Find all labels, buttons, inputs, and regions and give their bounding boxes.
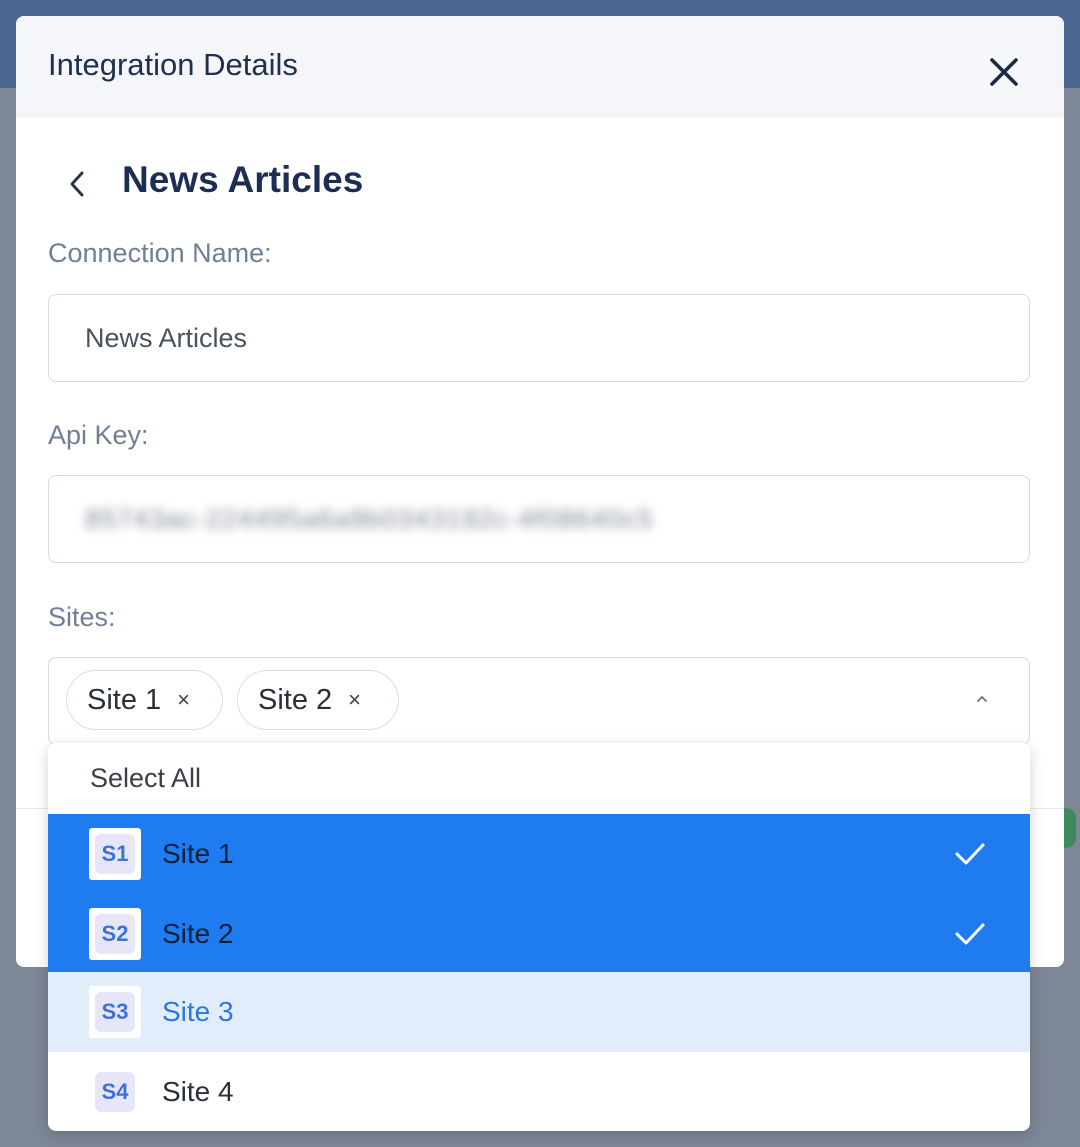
connection-name-label: Connection Name: (48, 238, 272, 268)
connection-name-value: News Articles (85, 322, 248, 353)
site-badge: S4 (89, 1066, 141, 1118)
dropdown-option-site-2[interactable]: S2 Site 2 (48, 894, 1030, 974)
chip-label: Site 2 (258, 683, 333, 716)
check-icon (954, 918, 986, 950)
integration-title: News Articles (122, 159, 364, 200)
dropdown-toggle[interactable] (971, 688, 993, 710)
chevron-up-icon (977, 696, 987, 702)
option-label: Site 4 (162, 1076, 234, 1107)
api-key-value: 85743ac-224495a6a9b0343192c-4f08640c5 (85, 503, 654, 534)
connection-name-field[interactable]: News Articles (48, 294, 1030, 382)
sites-label: Sites: (48, 602, 116, 632)
check-icon (954, 838, 986, 870)
chip-site-1[interactable]: Site 1 × (66, 670, 223, 730)
back-button[interactable] (62, 166, 92, 202)
modal-title: Integration Details (48, 47, 298, 82)
select-all-option[interactable]: Select All (48, 743, 1030, 814)
option-label: Site 3 (162, 996, 234, 1027)
chip-remove-icon[interactable]: × (348, 687, 361, 713)
option-label: Site 2 (162, 918, 234, 949)
api-key-field[interactable]: 85743ac-224495a6a9b0343192c-4f08640c5 (48, 475, 1030, 563)
dropdown-option-site-1[interactable]: S1 Site 1 (48, 814, 1030, 894)
close-icon (990, 58, 1018, 86)
api-key-label: Api Key: (48, 420, 149, 450)
sites-dropdown-menu: Select All S1 Site 1 S2 Site 2 S3 Site 3… (48, 743, 1030, 1131)
dropdown-option-site-3[interactable]: S3 Site 3 (48, 972, 1030, 1052)
site-badge: S3 (89, 986, 141, 1038)
option-label: Site 1 (162, 838, 234, 869)
site-badge-text: S4 (95, 1072, 135, 1112)
modal-header: Integration Details (16, 16, 1064, 118)
site-badge-text: S2 (95, 914, 135, 954)
site-badge-text: S3 (95, 992, 135, 1032)
chevron-left-icon (70, 171, 84, 197)
dropdown-option-site-4[interactable]: S4 Site 4 (48, 1052, 1030, 1131)
site-badge: S2 (89, 908, 141, 960)
sites-multiselect[interactable]: Site 1 × Site 2 × (48, 657, 1030, 745)
chip-remove-icon[interactable]: × (177, 687, 190, 713)
close-button[interactable] (982, 50, 1026, 94)
site-badge: S1 (89, 828, 141, 880)
site-badge-text: S1 (95, 834, 135, 874)
chip-site-2[interactable]: Site 2 × (237, 670, 399, 730)
chip-label: Site 1 (87, 683, 162, 716)
